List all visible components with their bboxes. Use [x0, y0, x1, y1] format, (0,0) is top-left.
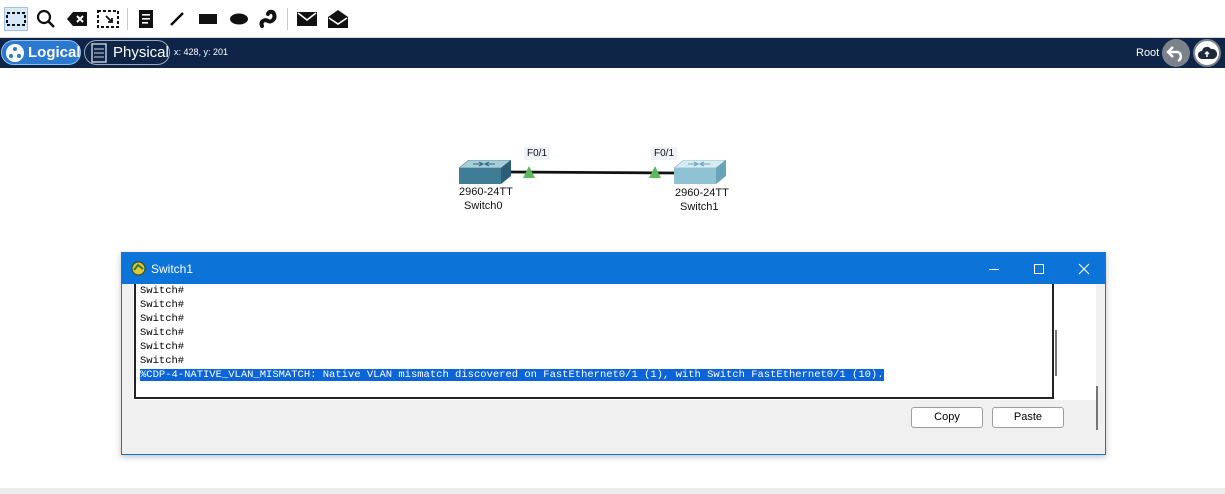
cli-line: Switch# [140, 285, 185, 297]
switch-icon [457, 159, 513, 184]
toolbar-separator [287, 8, 288, 30]
window-titlebar[interactable]: Switch1 [122, 253, 1105, 284]
line-icon[interactable] [166, 8, 188, 30]
switch0-device[interactable] [457, 159, 513, 186]
note-icon[interactable] [135, 8, 157, 30]
cursor-coordinates: x: 428, y: 201 [174, 47, 229, 57]
packet-tracer-icon [131, 261, 146, 276]
copy-button[interactable]: Copy [911, 407, 983, 428]
select-icon[interactable] [4, 7, 28, 31]
logical-view-button[interactable]: Logical [1, 40, 81, 65]
switch1-model: 2960-24TT [675, 187, 729, 199]
rectangle-icon[interactable] [197, 8, 219, 30]
cloud-button[interactable] [1193, 39, 1221, 67]
switch1-name: Switch1 [680, 201, 719, 213]
physical-view-button[interactable]: Physical [84, 40, 170, 65]
close-button[interactable] [1064, 257, 1104, 280]
back-arrow-icon [1166, 46, 1182, 62]
window-scrollbar[interactable] [1096, 386, 1098, 430]
logical-topology-icon [5, 42, 25, 64]
freehand-icon[interactable] [258, 8, 280, 30]
main-toolbar [0, 0, 1225, 38]
switch1-cli-window[interactable]: Switch1 Switch# Switch# Switch# Switch# … [121, 252, 1106, 455]
window-title: Switch1 [151, 262, 194, 276]
cloud-icon [1198, 46, 1217, 59]
cli-selected-line: %CDP-4-NATIVE_VLAN_MISMATCH: Native VLAN… [136, 368, 1052, 382]
switch1-port-label: F0/1 [651, 147, 678, 160]
delete-icon[interactable] [66, 8, 88, 30]
switch0-name: Switch0 [464, 200, 503, 212]
switch1-device[interactable] [672, 159, 728, 186]
zoom-icon[interactable] [35, 8, 57, 30]
minimize-button[interactable] [974, 257, 1014, 280]
add-pdu-icon[interactable] [296, 8, 318, 30]
back-to-root-button[interactable] [1162, 39, 1190, 67]
paste-button[interactable]: Paste [992, 407, 1064, 428]
switch0-port-label: F0/1 [524, 147, 551, 160]
physical-rack-icon [88, 42, 110, 64]
minimize-icon [989, 268, 999, 270]
close-icon [1078, 263, 1090, 274]
root-label: Root [1136, 47, 1160, 59]
cli-line: Switch# [140, 327, 185, 339]
maximize-icon [1034, 263, 1044, 274]
cdp-native-vlan-mismatch-message: %CDP-4-NATIVE_VLAN_MISMATCH: Native VLAN… [140, 369, 884, 381]
maximize-button[interactable] [1019, 257, 1059, 280]
cli-terminal[interactable]: Switch# Switch# Switch# Switch# Switch# … [134, 284, 1054, 399]
terminal-scrollbar[interactable] [1055, 330, 1057, 376]
workspace-navbar: Logical Physical x: 428, y: 201 Root [0, 38, 1225, 68]
resize-icon[interactable] [97, 8, 119, 30]
add-complex-pdu-icon[interactable] [327, 8, 349, 30]
cli-line: Switch# [140, 341, 185, 353]
switch-icon [672, 159, 728, 184]
cli-line: Switch# [140, 355, 185, 367]
toolbar-separator [127, 8, 128, 30]
ellipse-icon[interactable] [228, 8, 250, 30]
ethernet-link [510, 170, 677, 175]
status-strip [0, 488, 1225, 494]
logical-label: Logical [28, 44, 81, 61]
cli-line: Switch# [140, 299, 185, 311]
physical-label: Physical [113, 44, 169, 61]
switch0-model: 2960-24TT [459, 186, 513, 198]
cli-line: Switch# [140, 313, 185, 325]
